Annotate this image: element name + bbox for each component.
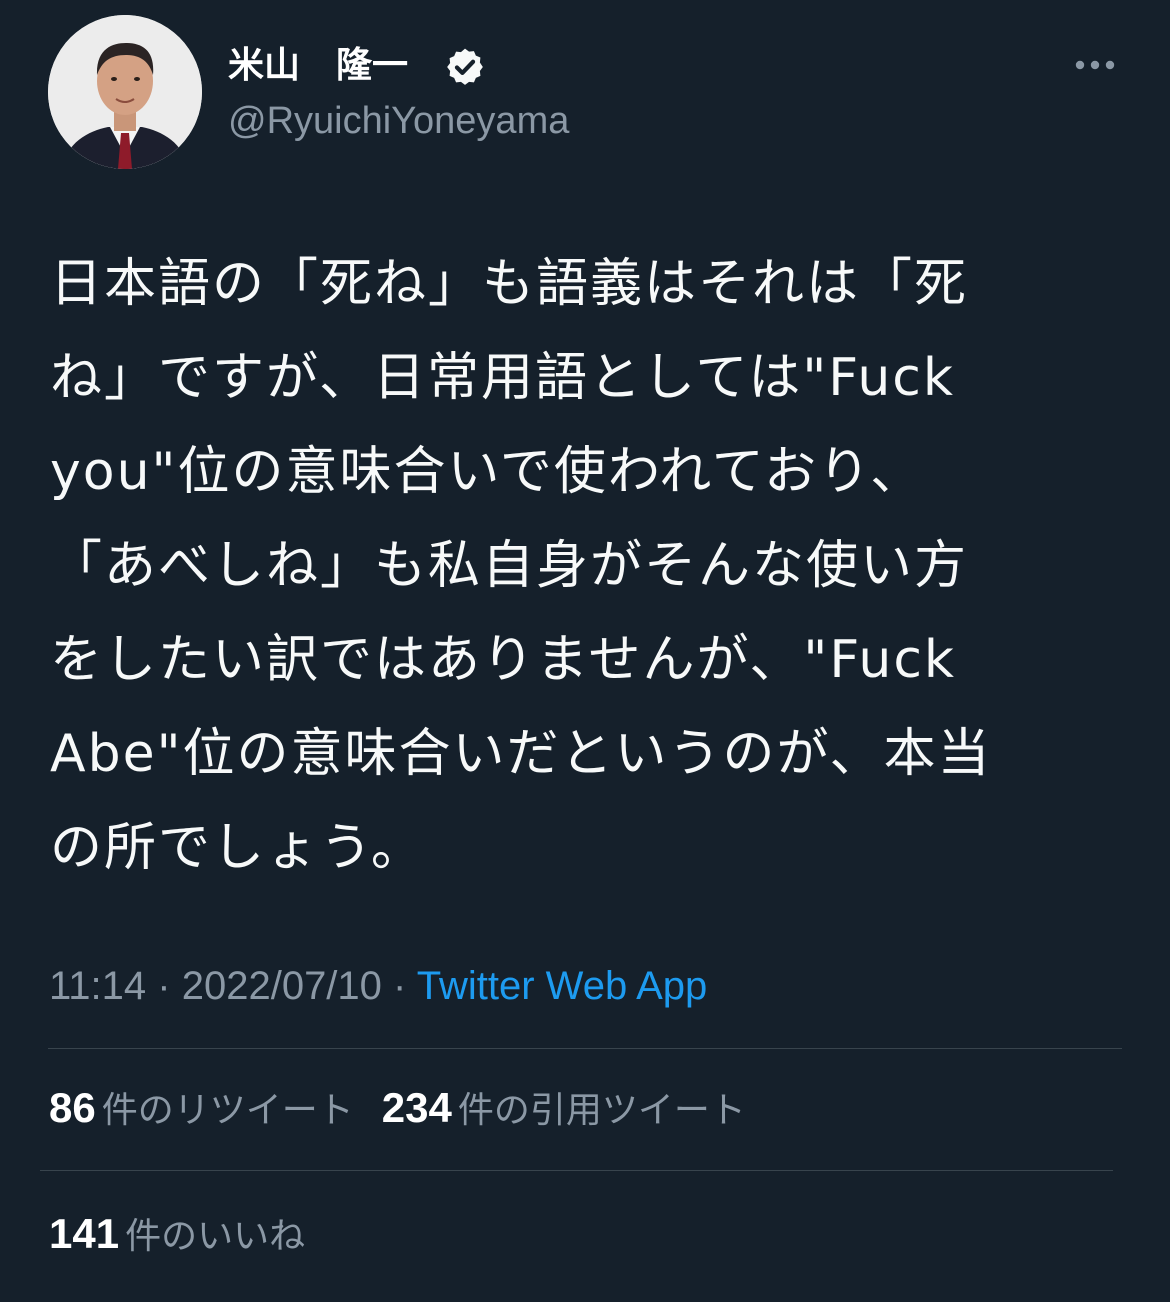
stats-row-shares: 86 件のリツイート 234 件の引用ツイート (49, 1082, 746, 1137)
author-handle[interactable]: @RyuichiYoneyama (228, 96, 569, 146)
like-count: 141 (49, 1210, 120, 1257)
meta-separator: · (393, 964, 407, 1008)
like-label: 件のいいね (125, 1216, 306, 1257)
avatar-photo (48, 15, 202, 169)
divider (40, 1170, 1113, 1171)
quote-label: 件の引用ツイート (457, 1090, 746, 1131)
retweet-label: 件のリツイート (101, 1090, 354, 1131)
quote-stat[interactable]: 234 件の引用ツイート (381, 1084, 746, 1131)
tweet-text: 日本語の「死ね」も語義はそれは「死 ね」ですが、日常用語としては"Fuck yo… (50, 237, 1130, 895)
tweet-text-line: you"位の意味合いで使われており、 (50, 442, 925, 502)
quote-count: 234 (381, 1084, 452, 1131)
tweet-detail: 米山 隆一 @RyuichiYoneyama 日本語の「死ね」も語義はそれは「死… (0, 0, 1170, 1302)
tweet-text-line: 「あべしね」も私自身がそんな使い方 (50, 536, 969, 596)
tweet-text-line: ね」ですが、日常用語としては"Fuck (50, 348, 956, 408)
verified-badge-icon (447, 48, 483, 85)
tweet-text-line: をしたい訳ではありませんが、"Fuck (50, 630, 957, 690)
divider (48, 1048, 1122, 1049)
meta-separator: · (157, 964, 171, 1008)
author-name[interactable]: 米山 隆一 (228, 38, 408, 94)
more-options-icon[interactable] (1066, 44, 1122, 84)
tweet-time[interactable]: 11:14 (49, 964, 146, 1008)
tweet-text-line: 日本語の「死ね」も語義はそれは「死 (50, 254, 969, 314)
avatar[interactable] (48, 15, 202, 169)
stats-row-likes: 141 件のいいね (49, 1208, 305, 1263)
tweet-source-link[interactable]: Twitter Web App (417, 964, 708, 1008)
tweet-text-line: Abe"位の意味合いだというのが、本当 (50, 724, 992, 784)
tweet-date[interactable]: 2022/07/10 (182, 964, 382, 1008)
like-stat[interactable]: 141 件のいいね (49, 1210, 306, 1257)
retweet-count: 86 (49, 1084, 96, 1131)
retweet-stat[interactable]: 86 件のリツイート (49, 1084, 354, 1131)
tweet-text-line: の所でしょう。 (50, 818, 425, 878)
tweet-meta: 11:14 · 2022/07/10 · Twitter Web App (49, 960, 707, 1012)
